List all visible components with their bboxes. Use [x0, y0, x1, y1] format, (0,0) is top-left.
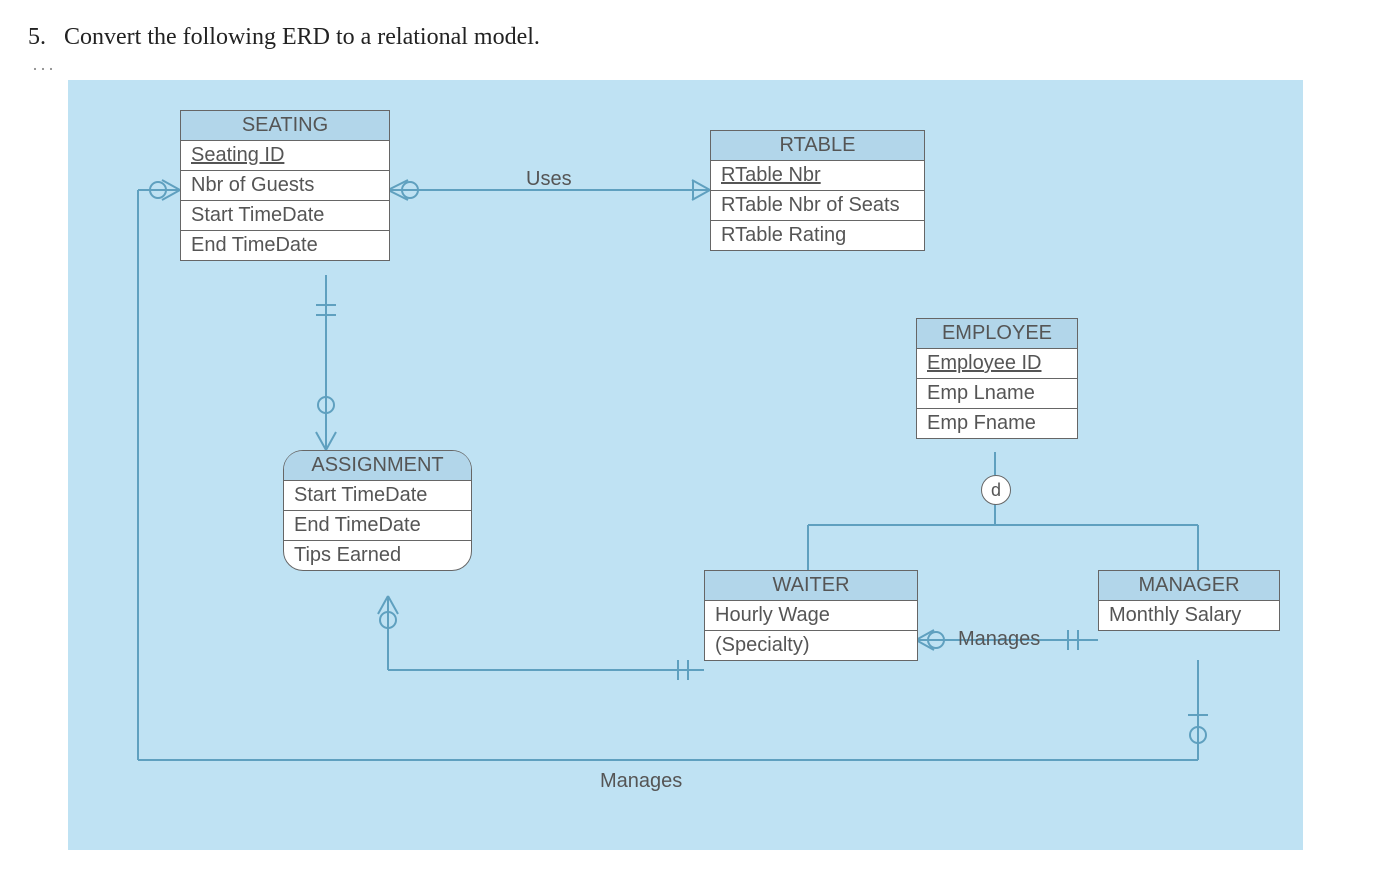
relationship-uses: Uses — [526, 168, 572, 191]
question-text: Convert the following ERD to a relationa… — [64, 24, 540, 51]
entity-attr: Monthly Salary — [1099, 601, 1279, 630]
entity-title: RTABLE — [711, 131, 924, 161]
entity-attr: End TimeDate — [284, 511, 471, 541]
entity-attr: Employee ID — [917, 349, 1077, 379]
entity-attr: Nbr of Guests — [181, 171, 389, 201]
entity-title: WAITER — [705, 571, 917, 601]
entity-title: MANAGER — [1099, 571, 1279, 601]
disjoint-label: d — [991, 480, 1001, 501]
entity-title: SEATING — [181, 111, 389, 141]
entity-manager: MANAGER Monthly Salary — [1098, 570, 1280, 631]
question-heading: 5. Convert the following ERD to a relati… — [28, 24, 1364, 51]
entity-attr: RTable Nbr — [711, 161, 924, 191]
ellipsis-icon: ··· — [28, 59, 1364, 80]
entity-seating: SEATING Seating ID Nbr of Guests Start T… — [180, 110, 390, 261]
entity-title: ASSIGNMENT — [284, 451, 471, 481]
entity-attr: RTable Rating — [711, 221, 924, 250]
question-number: 5. — [28, 24, 48, 51]
entity-attr: RTable Nbr of Seats — [711, 191, 924, 221]
disjoint-circle: d — [981, 475, 1011, 505]
entity-rtable: RTABLE RTable Nbr RTable Nbr of Seats RT… — [710, 130, 925, 251]
entity-attr: End TimeDate — [181, 231, 389, 260]
entity-attr: (Specialty) — [705, 631, 917, 660]
relationship-manages-1: Manages — [958, 628, 1040, 651]
relationship-manages-2: Manages — [600, 770, 682, 793]
entity-attr: Emp Fname — [917, 409, 1077, 438]
entity-waiter: WAITER Hourly Wage (Specialty) — [704, 570, 918, 661]
entity-attr: Start TimeDate — [181, 201, 389, 231]
entity-attr: Start TimeDate — [284, 481, 471, 511]
entity-title: EMPLOYEE — [917, 319, 1077, 349]
entity-attr: Emp Lname — [917, 379, 1077, 409]
entity-employee: EMPLOYEE Employee ID Emp Lname Emp Fname — [916, 318, 1078, 439]
entity-assignment: ASSIGNMENT Start TimeDate End TimeDate T… — [283, 450, 472, 571]
entity-attr: Hourly Wage — [705, 601, 917, 631]
erd-diagram: SEATING Seating ID Nbr of Guests Start T… — [68, 80, 1303, 850]
entity-attr: Tips Earned — [284, 541, 471, 570]
entity-attr: Seating ID — [181, 141, 389, 171]
